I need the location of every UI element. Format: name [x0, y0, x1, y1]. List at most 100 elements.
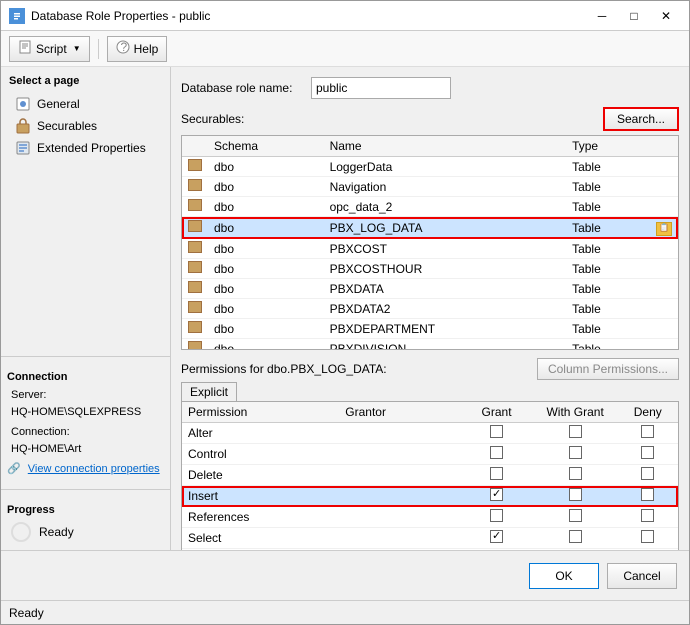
- checkbox[interactable]: [490, 446, 503, 459]
- table-row[interactable]: dbo Navigation Table: [182, 177, 678, 197]
- script-dropdown-arrow: ▼: [73, 44, 81, 53]
- checkbox[interactable]: [490, 509, 503, 522]
- permissions-table-container[interactable]: Permission Grantor Grant With Grant Deny…: [181, 401, 679, 550]
- table-row[interactable]: dbo opc_data_2 Table: [182, 197, 678, 217]
- permissions-table: Permission Grantor Grant With Grant Deny…: [182, 402, 678, 550]
- bottom-bar: OK Cancel: [1, 550, 689, 600]
- permission-row[interactable]: Delete: [182, 465, 678, 486]
- checkbox[interactable]: [490, 530, 503, 543]
- script-button[interactable]: Script ▼: [9, 36, 90, 62]
- sidebar: Select a page General Securables: [1, 67, 171, 550]
- permission-row[interactable]: Alter: [182, 423, 678, 444]
- progress-spinner: [11, 522, 31, 542]
- permissions-header: Permissions for dbo.PBX_LOG_DATA: Column…: [181, 358, 679, 380]
- progress-section: Progress Ready: [1, 496, 170, 550]
- col-schema-header: Schema: [208, 136, 324, 157]
- permission-row[interactable]: References: [182, 507, 678, 528]
- connection-label-text: Connection:: [7, 424, 164, 441]
- help-button[interactable]: ? Help: [107, 36, 168, 62]
- maximize-button[interactable]: □: [619, 5, 649, 27]
- main-area: Select a page General Securables: [1, 67, 689, 550]
- table-row[interactable]: dbo LoggerData Table: [182, 157, 678, 177]
- script-label: Script: [36, 42, 67, 56]
- checkbox[interactable]: [641, 488, 654, 501]
- search-button[interactable]: Search...: [603, 107, 679, 131]
- permission-row[interactable]: Control: [182, 444, 678, 465]
- extended-properties-icon: [15, 140, 31, 156]
- checkbox[interactable]: [569, 446, 582, 459]
- role-name-input[interactable]: [311, 77, 451, 99]
- ok-button[interactable]: OK: [529, 563, 599, 589]
- permissions-label: Permissions for dbo.PBX_LOG_DATA:: [181, 362, 387, 376]
- role-name-label: Database role name:: [181, 81, 311, 95]
- checkbox[interactable]: [490, 425, 503, 438]
- status-text: Ready: [9, 606, 44, 620]
- checkbox[interactable]: [569, 425, 582, 438]
- content-area: Database role name: Securables: Search..…: [171, 67, 689, 550]
- explicit-tab-label: Explicit: [181, 382, 237, 401]
- col-extra-header: [650, 136, 678, 157]
- window-title: Database Role Properties - public: [31, 9, 587, 23]
- server-label-text: Server:: [7, 387, 164, 404]
- securables-table-container[interactable]: Schema Name Type dbo LoggerData Table db…: [181, 135, 679, 350]
- checkbox[interactable]: [490, 467, 503, 480]
- securables-section-label: Securables:: [181, 112, 244, 126]
- table-row[interactable]: dbo PBXDATA Table: [182, 279, 678, 299]
- permission-row[interactable]: Insert: [182, 486, 678, 507]
- permission-row[interactable]: Select: [182, 528, 678, 549]
- progress-title: Progress: [7, 504, 164, 516]
- checkbox[interactable]: [641, 509, 654, 522]
- connection-link-icon: 🔗: [7, 463, 24, 475]
- svg-text:?: ?: [120, 40, 127, 54]
- table-row[interactable]: dbo PBXDEPARTMENT Table: [182, 319, 678, 339]
- table-row[interactable]: dbo PBXCOSTHOUR Table: [182, 259, 678, 279]
- minimize-button[interactable]: ─: [587, 5, 617, 27]
- sidebar-item-securables[interactable]: Securables: [7, 115, 164, 137]
- checkbox[interactable]: [569, 509, 582, 522]
- view-connection-link[interactable]: View connection properties: [24, 463, 160, 475]
- sidebar-item-general[interactable]: General: [7, 93, 164, 115]
- general-label: General: [37, 97, 80, 111]
- close-button[interactable]: ✕: [651, 5, 681, 27]
- checkbox[interactable]: [490, 488, 503, 501]
- checkbox[interactable]: [569, 530, 582, 543]
- column-permissions-button[interactable]: Column Permissions...: [537, 358, 679, 380]
- table-row[interactable]: dbo PBXCOST Table: [182, 239, 678, 259]
- view-connection-wrapper: 🔗 View connection properties: [7, 461, 164, 475]
- sidebar-item-extended-properties[interactable]: Extended Properties: [7, 137, 164, 159]
- sidebar-divider-2: [1, 489, 170, 490]
- col-name-header: Name: [324, 136, 567, 157]
- page-select-section: Select a page General Securables: [1, 67, 170, 163]
- checkbox[interactable]: [641, 530, 654, 543]
- checkbox[interactable]: [641, 425, 654, 438]
- help-icon: ?: [116, 40, 130, 57]
- title-bar-buttons: ─ □ ✕: [587, 5, 681, 27]
- explicit-tab[interactable]: Explicit: [181, 382, 679, 401]
- col-type-header: Type: [566, 136, 650, 157]
- server-value: HQ-HOME\SQLEXPRESS: [7, 404, 164, 421]
- checkbox[interactable]: [569, 467, 582, 480]
- checkbox[interactable]: [569, 488, 582, 501]
- table-row[interactable]: dbo PBXDATA2 Table: [182, 299, 678, 319]
- checkbox[interactable]: [641, 446, 654, 459]
- checkbox[interactable]: [641, 467, 654, 480]
- main-window: Database Role Properties - public ─ □ ✕ …: [0, 0, 690, 625]
- table-row[interactable]: dbo PBXDIVISION Table: [182, 339, 678, 351]
- help-label: Help: [134, 42, 159, 56]
- status-bar: Ready: [1, 600, 689, 624]
- select-page-label: Select a page: [7, 75, 164, 87]
- perm-col-permission: Permission: [182, 402, 339, 423]
- col-icon-header: [182, 136, 208, 157]
- sidebar-divider-1: [1, 356, 170, 357]
- connection-title: Connection: [7, 371, 164, 383]
- perm-col-with-grant: With Grant: [533, 402, 618, 423]
- table-row[interactable]: dbo PBX_LOG_DATA Table 📋: [182, 217, 678, 239]
- permissions-section: Permissions for dbo.PBX_LOG_DATA: Column…: [181, 358, 679, 550]
- securables-icon: [15, 118, 31, 134]
- perm-col-deny: Deny: [617, 402, 678, 423]
- connection-value: HQ-HOME\Art: [7, 441, 164, 458]
- securables-header: Securables: Search...: [181, 107, 679, 131]
- window-icon: [9, 8, 25, 24]
- cancel-button[interactable]: Cancel: [607, 563, 677, 589]
- securables-label: Securables: [37, 119, 97, 133]
